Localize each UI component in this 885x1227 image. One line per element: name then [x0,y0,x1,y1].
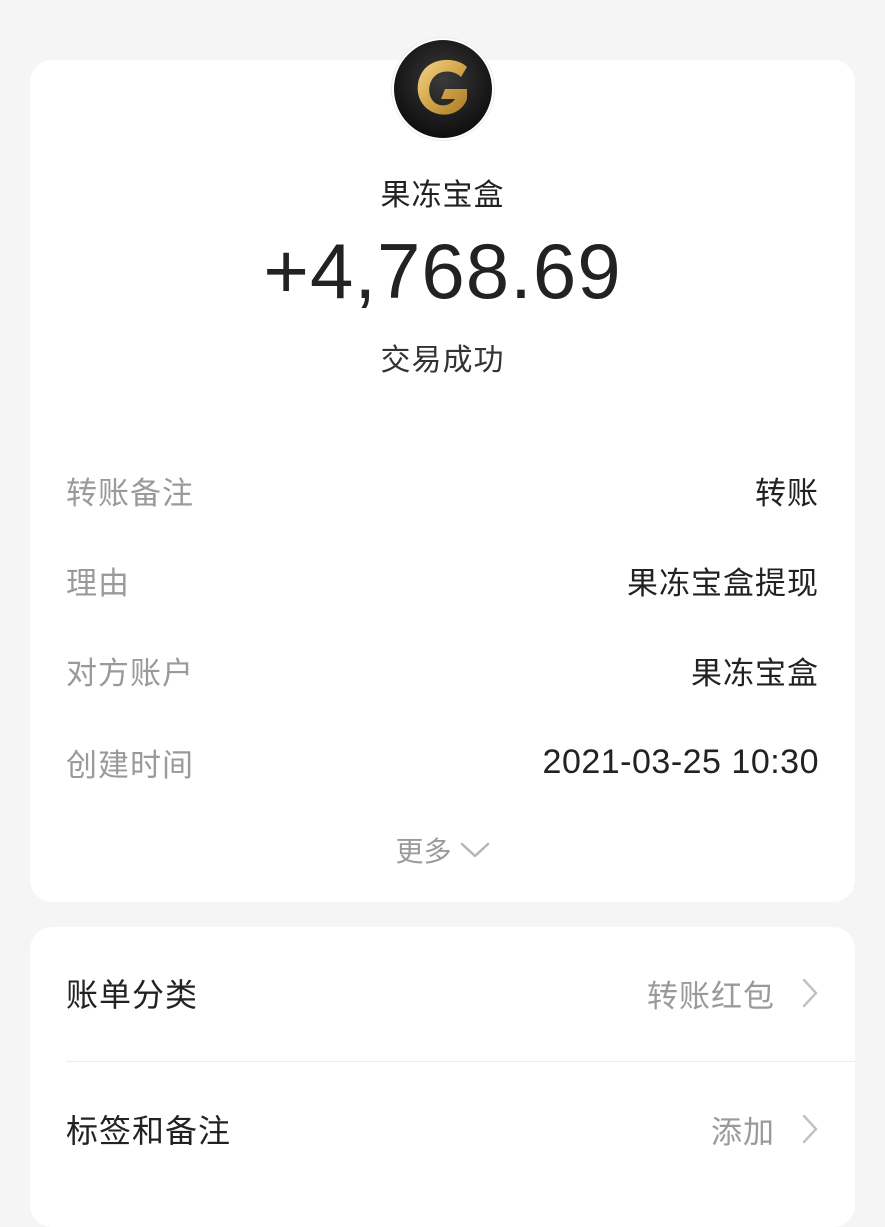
chevron-right-icon [802,1114,818,1144]
detail-value: 果冻宝盒提现 [627,565,819,602]
bill-category-row[interactable]: 账单分类 转账红包 [66,963,819,1023]
detail-row-remark: 转账备注 转账 [66,465,819,515]
merchant-name: 果冻宝盒 [380,178,505,213]
menu-right: 转账红包 [647,971,819,1016]
chevron-down-icon [460,842,489,858]
transaction-amount: +4,768.69 [263,227,622,315]
tags-notes-row[interactable]: 标签和备注 添加 [66,1099,819,1159]
detail-label: 理由 [66,565,130,602]
detail-value: 2021-03-25 10:30 [542,742,819,781]
menu-value: 转账红包 [647,978,775,1015]
detail-row-counterparty: 对方账户 果冻宝盒 [66,645,819,695]
detail-label: 对方账户 [66,655,194,692]
detail-row-reason: 理由 果冻宝盒提现 [66,555,819,605]
detail-value: 转账 [755,475,819,512]
menu-right: 添加 [711,1107,819,1152]
merchant-logo [392,38,494,140]
menu-label: 标签和备注 [66,1112,232,1150]
more-label: 更多 [395,835,452,868]
detail-label: 创建时间 [66,747,194,784]
more-button[interactable]: 更多 [0,828,885,872]
detail-row-created-time: 创建时间 2021-03-25 10:30 [66,737,819,787]
menu-value: 添加 [711,1114,775,1151]
chevron-right-icon [802,978,818,1008]
detail-value: 果冻宝盒 [691,655,819,692]
transaction-status: 交易成功 [380,343,505,378]
menu-label: 账单分类 [66,976,199,1014]
detail-label: 转账备注 [66,475,194,512]
divider [66,1061,855,1062]
gold-g-logo-icon [394,40,492,138]
